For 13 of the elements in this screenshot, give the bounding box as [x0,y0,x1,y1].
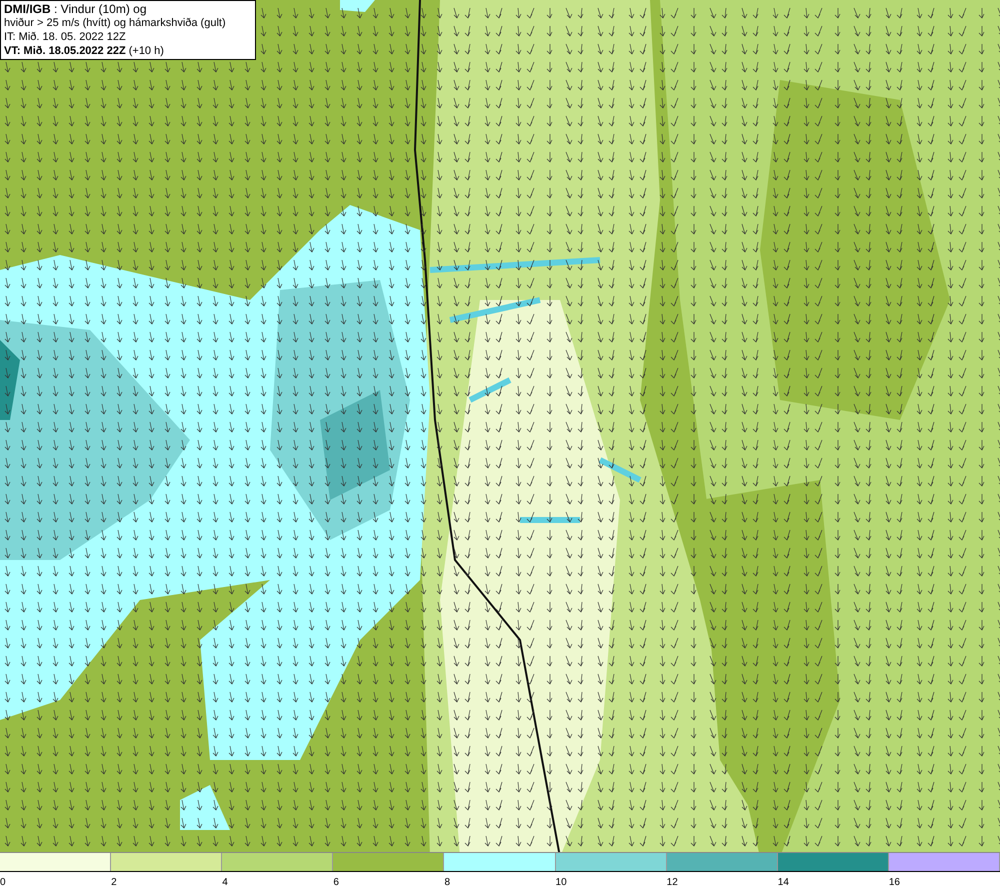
info-text: VT: Mið. 18.05.2022 22Z (+10 h) [4,44,165,58]
scale-label: 8 [444,876,450,887]
scale-label: 10 [556,876,567,887]
scale-label: 0 [0,876,6,887]
info-text: hviður > 25 m/s (hvítt) og hámarkshviða (gult) [4,16,227,30]
info-text: DMI/IGB : Vindur (10m) og [4,2,148,16]
scale-label: 12 [666,876,678,887]
scale-label: 4 [222,876,228,887]
scale-label: 6 [333,876,339,887]
scale-label: 16 [888,876,900,887]
scale-label: 2 [111,876,117,887]
scale-label: 14 [778,876,789,887]
info-text: IT: Mið. 18. 05. 2022 12Z [4,30,127,44]
